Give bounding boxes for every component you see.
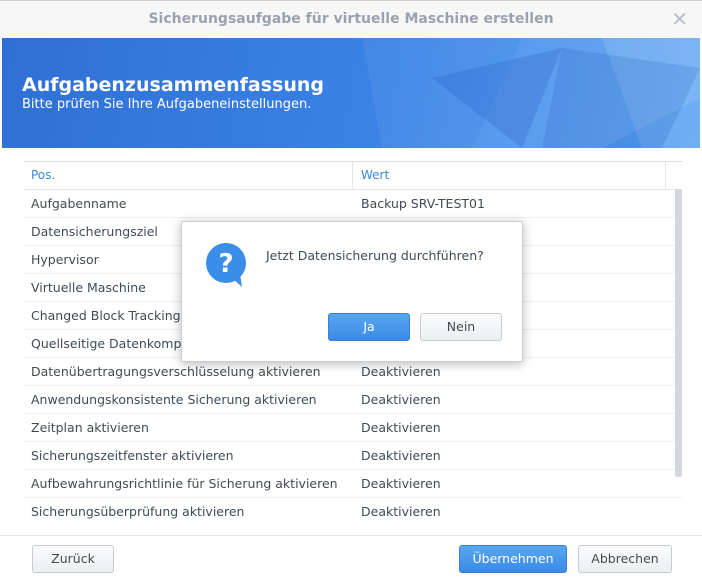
row-wert-cell: Deaktivieren bbox=[361, 504, 441, 519]
row-wert-cell: Deaktivieren bbox=[361, 448, 441, 463]
apply-button[interactable]: Übernehmen bbox=[459, 545, 567, 573]
table-row[interactable]: Aufbewahrungsrichtlinie für Sicherung ak… bbox=[24, 470, 682, 498]
row-pos-cell: Aufbewahrungsrichtlinie für Sicherung ak… bbox=[31, 476, 338, 491]
table-row[interactable]: Aufgabenname Backup SRV-TEST01 bbox=[24, 190, 682, 218]
confirm-dialog: ? Jetzt Datensicherung durchführen? Ja N… bbox=[181, 221, 523, 362]
row-wert-cell: Deaktivieren bbox=[361, 476, 441, 491]
row-wert-cell: Backup SRV-TEST01 bbox=[361, 196, 485, 211]
dialog-message: Jetzt Datensicherung durchführen? bbox=[266, 248, 484, 263]
row-wert-cell: Deaktivieren bbox=[361, 364, 441, 379]
footer-divider bbox=[0, 535, 702, 536]
row-pos-cell: Anwendungskonsistente Sicherung aktivier… bbox=[31, 392, 317, 407]
row-pos-cell: Quellseitige Datenkompri bbox=[31, 336, 191, 351]
svg-text:?: ? bbox=[218, 249, 233, 279]
close-icon[interactable]: ✕ bbox=[671, 7, 688, 31]
table-row[interactable]: Anwendungskonsistente Sicherung aktivier… bbox=[24, 386, 682, 414]
column-header-wert[interactable]: Wert bbox=[361, 168, 389, 182]
table-row[interactable]: Sicherungszeitfenster aktivieren Deaktivi… bbox=[24, 442, 682, 470]
row-pos-cell: Virtuelle Maschine bbox=[31, 280, 146, 295]
row-wert-cell: Deaktivieren bbox=[361, 392, 441, 407]
column-divider bbox=[352, 162, 353, 189]
banner-heading: Aufgabenzusammenfassung bbox=[22, 74, 325, 96]
column-divider bbox=[665, 162, 666, 189]
header-banner: Aufgabenzusammenfassung Bitte prüfen Sie… bbox=[2, 38, 700, 148]
row-wert-cell: Deaktivieren bbox=[361, 420, 441, 435]
row-pos-cell: Zeitplan aktivieren bbox=[31, 420, 149, 435]
window-title: Sicherungsaufgabe für virtuelle Maschine… bbox=[148, 11, 554, 27]
table-row[interactable]: Datenübertragungsverschlüsselung aktivie… bbox=[24, 358, 682, 386]
table-scrollbar[interactable] bbox=[675, 189, 682, 477]
question-icon: ? bbox=[206, 243, 246, 287]
column-header-pos[interactable]: Pos. bbox=[31, 168, 55, 182]
row-pos-cell: Datenübertragungsverschlüsselung aktivie… bbox=[31, 364, 321, 379]
row-pos-cell: Sicherungsüberprüfung aktivieren bbox=[31, 504, 245, 519]
banner-subheading: Bitte prüfen Sie Ihre Aufgabeneinstellun… bbox=[22, 97, 312, 112]
row-pos-cell: Aufgabenname bbox=[31, 196, 127, 211]
row-pos-cell: Hypervisor bbox=[31, 252, 99, 267]
table-header: Pos. Wert bbox=[24, 162, 682, 190]
table-row[interactable]: Zeitplan aktivieren Deaktivieren bbox=[24, 414, 682, 442]
yes-button[interactable]: Ja bbox=[328, 313, 410, 341]
row-pos-cell: Datensicherungsziel bbox=[31, 224, 158, 239]
cancel-button[interactable]: Abbrechen bbox=[578, 545, 672, 573]
window-titlebar: Sicherungsaufgabe für virtuelle Maschine… bbox=[0, 0, 702, 38]
no-button[interactable]: Nein bbox=[420, 313, 502, 341]
back-button[interactable]: Zurück bbox=[32, 545, 114, 573]
table-row[interactable]: Sicherungsüberprüfung aktivieren Deaktivi… bbox=[24, 498, 682, 524]
row-pos-cell: Changed Block Tracking a bbox=[31, 308, 193, 323]
row-pos-cell: Sicherungszeitfenster aktivieren bbox=[31, 448, 234, 463]
